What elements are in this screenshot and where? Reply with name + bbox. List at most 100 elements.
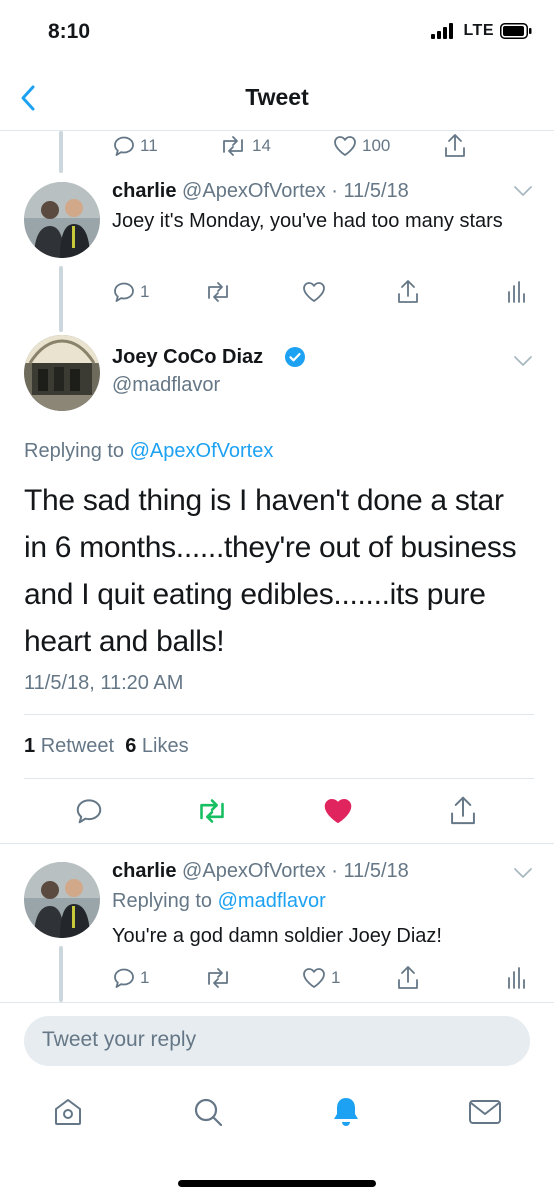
retweet-button[interactable] xyxy=(194,797,230,825)
reply-icon xyxy=(76,799,102,824)
home-indicator[interactable] xyxy=(178,1180,376,1187)
tab-search[interactable] xyxy=(192,1096,224,1128)
tweet-menu-button[interactable] xyxy=(512,354,534,368)
tab-notifications[interactable] xyxy=(330,1095,362,1129)
heart-icon xyxy=(303,282,325,302)
tweet-menu-button[interactable] xyxy=(512,184,534,198)
search-icon xyxy=(194,1098,223,1127)
thread-line xyxy=(59,266,63,332)
status-indicators: LTE xyxy=(431,22,532,40)
display-name[interactable]: Joey CoCo Diaz xyxy=(112,346,263,368)
divider xyxy=(24,714,534,715)
replying-to: Replying to @ApexOfVortex xyxy=(24,440,273,463)
share-button[interactable] xyxy=(442,132,468,160)
retweet-icon xyxy=(208,282,228,302)
tweet-text: Joey it's Monday, you've had too many st… xyxy=(112,210,503,232)
likes-stat[interactable]: 6 Likes xyxy=(125,735,188,757)
retweet-icon xyxy=(208,968,228,988)
tweet-text: The sad thing is I haven't done a star i… xyxy=(24,484,517,658)
network-label: LTE xyxy=(463,22,494,39)
nav-divider xyxy=(0,130,554,131)
page-title: Tweet xyxy=(245,84,309,110)
reply-icon xyxy=(114,282,134,302)
share-icon xyxy=(445,134,465,157)
chevron-down-icon xyxy=(514,186,532,196)
analytics-button[interactable] xyxy=(506,280,526,304)
reply-icon xyxy=(114,136,134,156)
like-button[interactable]: 100 xyxy=(332,134,390,158)
engagement-stats: 1 Retweet 6 Likes xyxy=(24,735,189,758)
retweet-icon xyxy=(200,799,224,823)
signal-icon xyxy=(431,23,454,39)
share-icon xyxy=(451,796,475,825)
retweet-button[interactable]: 14 xyxy=(218,134,271,158)
reply-placeholder: Tweet your reply xyxy=(42,1028,197,1051)
display-name[interactable]: charlie xyxy=(112,860,176,882)
reply-count: 11 xyxy=(140,136,158,155)
reply-input[interactable]: Tweet your reply xyxy=(24,1016,530,1066)
replying-prefix: Replying to xyxy=(24,440,125,462)
verified-badge-icon xyxy=(284,346,306,368)
tweet-header: charlie @ApexOfVortex · 11/5/18 xyxy=(112,180,409,202)
tweet-date: 11/5/18 xyxy=(343,860,409,882)
tab-home[interactable] xyxy=(52,1096,84,1128)
share-icon xyxy=(398,280,418,303)
tweet-date: 11/5/18 xyxy=(343,180,409,202)
avatar[interactable] xyxy=(24,182,100,258)
retweets-stat[interactable]: 1 Retweet xyxy=(24,735,114,757)
heart-icon xyxy=(324,798,352,824)
tweet-text: You're a god damn soldier Joey Diaz! xyxy=(112,925,442,947)
like-count: 6 xyxy=(125,735,137,757)
reply-button[interactable]: 1 xyxy=(112,280,149,304)
reply-button[interactable]: 11 xyxy=(112,134,158,158)
divider xyxy=(0,843,554,844)
retweet-label: Retweet xyxy=(40,735,115,757)
retweet-button[interactable] xyxy=(203,280,233,304)
replying-handle[interactable]: @ApexOfVortex xyxy=(130,440,274,462)
analytics-button[interactable] xyxy=(506,966,526,990)
reply-count: 1 xyxy=(140,968,150,987)
home-icon xyxy=(55,1099,81,1125)
share-button[interactable] xyxy=(395,964,421,992)
divider xyxy=(24,778,534,779)
retweet-icon xyxy=(223,136,243,156)
like-count: 100 xyxy=(362,136,391,155)
replying-handle[interactable]: @madflavor xyxy=(218,890,326,912)
reply-icon xyxy=(114,968,134,988)
tweet-header: charlie @ApexOfVortex · 11/5/18 xyxy=(112,860,409,882)
reply-button[interactable]: 1 xyxy=(112,966,149,990)
tweet-timestamp: 11/5/18, 11:20 AM xyxy=(24,672,184,694)
user-handle[interactable]: @madflavor xyxy=(112,374,220,397)
share-button[interactable] xyxy=(395,278,421,306)
analytics-icon xyxy=(508,967,525,989)
reply-button[interactable] xyxy=(74,796,104,826)
status-time: 8:10 xyxy=(48,20,91,43)
chevron-down-icon xyxy=(514,868,532,878)
tab-messages[interactable] xyxy=(468,1098,502,1126)
like-button[interactable] xyxy=(322,796,354,826)
replying-prefix: Replying to xyxy=(112,890,213,912)
heart-icon xyxy=(303,968,325,988)
display-name[interactable]: charlie xyxy=(112,180,176,202)
messages-icon xyxy=(469,1100,501,1124)
analytics-icon xyxy=(508,281,525,303)
avatar[interactable] xyxy=(24,862,100,938)
divider xyxy=(0,1002,554,1003)
heart-icon xyxy=(334,136,356,156)
tweet-menu-button[interactable] xyxy=(512,866,534,880)
share-button[interactable] xyxy=(447,794,479,828)
retweet-count: 1 xyxy=(24,735,36,757)
tweet-header: Joey CoCo Diaz xyxy=(112,346,263,369)
like-button[interactable]: 1 xyxy=(301,966,340,990)
user-handle[interactable]: @ApexOfVortex xyxy=(182,180,326,202)
notifications-icon xyxy=(334,1098,358,1126)
reply-count: 1 xyxy=(140,282,150,301)
user-handle[interactable]: @ApexOfVortex xyxy=(182,860,326,882)
like-button[interactable] xyxy=(301,280,327,304)
share-icon xyxy=(398,966,418,989)
thread-line xyxy=(59,946,63,1002)
thread-line xyxy=(59,131,63,173)
replying-to: Replying to @madflavor xyxy=(112,890,326,913)
retweet-button[interactable] xyxy=(203,966,233,990)
avatar[interactable] xyxy=(24,335,100,411)
